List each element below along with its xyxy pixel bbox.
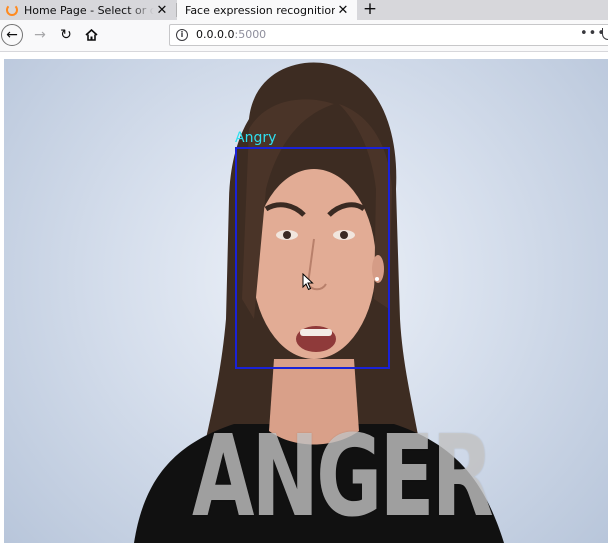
info-icon[interactable]: i bbox=[176, 29, 188, 41]
close-icon[interactable]: ✕ bbox=[335, 3, 351, 18]
reload-button[interactable]: ↻ bbox=[55, 24, 77, 46]
tab-label: Home Page - Select or create bbox=[24, 3, 154, 17]
mouse-pointer-icon bbox=[302, 273, 314, 291]
back-button[interactable]: ← bbox=[1, 24, 23, 46]
url-text: 0.0.0.0:5000 bbox=[196, 28, 266, 41]
pocket-icon[interactable] bbox=[602, 28, 608, 40]
page-content: ANGER Angry bbox=[0, 52, 608, 543]
home-icon bbox=[84, 29, 98, 41]
face-detection-box bbox=[235, 147, 390, 369]
arrow-right-icon: → bbox=[34, 27, 46, 43]
overlay-text: ANGER bbox=[192, 412, 494, 542]
url-host: 0.0.0.0 bbox=[196, 28, 235, 41]
navigation-toolbar: ← → ↻ i 0.0.0.0:5000 ••• bbox=[0, 20, 608, 52]
tab-strip: Home Page - Select or create ✕ Face expr… bbox=[0, 0, 608, 20]
plus-icon[interactable]: + bbox=[361, 0, 379, 20]
tab-home-page[interactable]: Home Page - Select or create ✕ bbox=[0, 0, 176, 20]
video-feed: ANGER Angry bbox=[4, 59, 608, 543]
tab-face-expression[interactable]: Face expression recognition ✕ bbox=[177, 0, 357, 20]
reload-icon: ↻ bbox=[60, 27, 72, 43]
home-button[interactable] bbox=[80, 24, 102, 46]
emotion-label: Angry bbox=[235, 130, 277, 146]
tab-label: Face expression recognition bbox=[185, 3, 335, 17]
forward-button[interactable]: → bbox=[29, 24, 51, 46]
url-bar[interactable]: i 0.0.0.0:5000 ••• bbox=[169, 24, 608, 46]
url-port: :5000 bbox=[234, 28, 267, 41]
loading-spinner-icon bbox=[6, 4, 18, 16]
arrow-left-icon: ← bbox=[6, 27, 18, 43]
close-icon[interactable]: ✕ bbox=[154, 3, 170, 18]
